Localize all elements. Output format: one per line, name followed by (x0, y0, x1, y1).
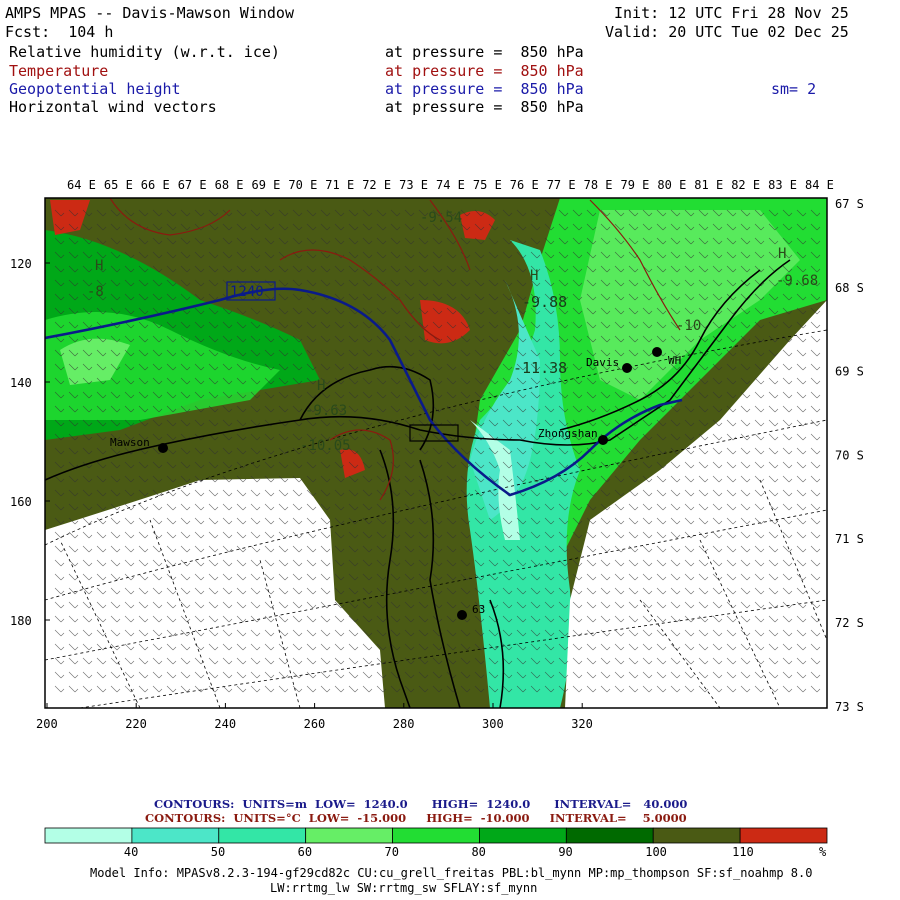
x-tick-label: 300 (482, 717, 504, 731)
colorbar-tick-label: 80 (471, 845, 485, 859)
lat-label: 73 S (835, 700, 864, 714)
forecast-map: Mawson Davis Zhongshan WH 63 1240 -9.88 … (10, 178, 864, 859)
colorbar-swatch (305, 827, 393, 844)
temp-label-6: -10 (676, 318, 701, 334)
colorbar-tick-label: 40 (124, 845, 138, 859)
lon-label: 67 E (178, 178, 207, 192)
lon-label: 66 E (141, 178, 170, 192)
station-dot-zhongshan (598, 435, 608, 445)
temp-label-1: -9.88 (522, 293, 567, 311)
temp-label-3: -9.63 (305, 403, 347, 419)
lat-label: 70 S (835, 448, 864, 462)
lon-label: 75 E (473, 178, 502, 192)
x-tick-label: 200 (36, 717, 58, 731)
lon-label: 69 E (252, 178, 281, 192)
lon-label: 79 E (621, 178, 650, 192)
lon-label: 83 E (768, 178, 797, 192)
colorbar-swatch (652, 827, 741, 844)
high-marker-2: H (317, 378, 325, 394)
y-tick-label: 140 (10, 376, 32, 390)
colorbar-swatch (218, 827, 307, 844)
high-marker-4: H (778, 246, 786, 262)
lon-label: 71 E (325, 178, 354, 192)
temp-label-5: -8 (87, 284, 104, 300)
station-label-zhongshan: Zhongshan (538, 427, 598, 440)
colorbar-tick-label: % (819, 845, 827, 859)
lon-label: 82 E (731, 178, 760, 192)
station-dot-davis (622, 363, 632, 373)
lon-label: 84 E (805, 178, 834, 192)
station-dot-63 (457, 610, 467, 620)
lat-label: 72 S (835, 616, 864, 630)
lat-label: 67 S (835, 197, 864, 211)
lon-label: 80 E (657, 178, 686, 192)
model-info-line2: LW:rrtmg_lw SW:rrtmg_sw SFLAY:sf_mynn (270, 881, 538, 895)
contour-legend-temp: CONTOURS: UNITS=°C LOW= -15.000 HIGH= -1… (145, 811, 687, 825)
colorbar-tick-label: 100 (645, 845, 667, 859)
colorbar-swatch (131, 827, 220, 844)
temp-label-2: -11.38 (513, 359, 567, 377)
rh-colorbar: 40 50 60 70 80 90 100 110% (44, 827, 828, 859)
x-tick-label: 220 (125, 717, 147, 731)
colorbar-tick-label: 90 (558, 845, 572, 859)
model-info-line1: Model Info: MPASv8.2.3-194-gf29cd82c CU:… (90, 866, 813, 880)
x-tick-label: 320 (571, 717, 593, 731)
temp-label-7: -9.54 (420, 210, 462, 226)
high-marker-3: H (530, 268, 538, 284)
colorbar-tick-label: 70 (385, 845, 399, 859)
colorbar-swatch (392, 827, 480, 844)
colorbar-swatch (565, 827, 654, 844)
colorbar-tick-label: 50 (211, 845, 225, 859)
lon-label: 64 E (67, 178, 96, 192)
station-dot-mawson (158, 443, 168, 453)
height-label: 1240 (230, 284, 264, 300)
lon-label: 65 E (104, 178, 133, 192)
lat-label: 71 S (835, 532, 864, 546)
contour-legend-height: CONTOURS: UNITS=m LOW= 1240.0 HIGH= 1240… (154, 797, 688, 811)
colorbar-tick-label: 110 (732, 845, 754, 859)
colorbar-swatch (479, 827, 567, 844)
y-tick-label: 120 (10, 257, 32, 271)
station-label-mawson: Mawson (110, 436, 150, 449)
x-tick-label: 240 (214, 717, 236, 731)
station-label-davis: Davis (586, 356, 619, 369)
station-dot-wh (652, 347, 662, 357)
colorbar-swatch (44, 827, 133, 844)
lon-label: 74 E (436, 178, 465, 192)
lon-label: 76 E (510, 178, 539, 192)
high-marker-1: H (95, 258, 103, 274)
longitude-labels: 64 E 65 E 66 E 67 E 68 E 69 E 70 E 71 E 72 E 73 E… (67, 178, 834, 192)
lat-label: 69 S (835, 365, 864, 379)
lon-label: 81 E (694, 178, 723, 192)
lon-label: 77 E (547, 178, 576, 192)
y-tick-label: 160 (10, 495, 32, 509)
station-label-wh: WH (668, 354, 681, 367)
station-label-63: 63 (472, 603, 485, 616)
latitude-labels: 67 S 68 S 69 S 70 S 71 S 72 S 73 S (835, 197, 864, 714)
lon-label: 78 E (584, 178, 613, 192)
y-axis-ticks: 120 140 160 180 (10, 257, 50, 628)
lon-label: 70 E (288, 178, 317, 192)
lon-label: 68 E (215, 178, 244, 192)
temp-label-8: -9.68 (776, 273, 818, 289)
y-tick-label: 180 (10, 614, 32, 628)
colorbar-swatch (739, 827, 828, 844)
x-tick-label: 260 (304, 717, 326, 731)
lon-label: 73 E (399, 178, 428, 192)
colorbar-tick-label: 60 (298, 845, 312, 859)
x-tick-label: 280 (393, 717, 415, 731)
temp-label-4: -10.05 (300, 438, 351, 454)
map-plot-area (45, 198, 827, 708)
lat-label: 68 S (835, 281, 864, 295)
lon-label: 72 E (362, 178, 391, 192)
